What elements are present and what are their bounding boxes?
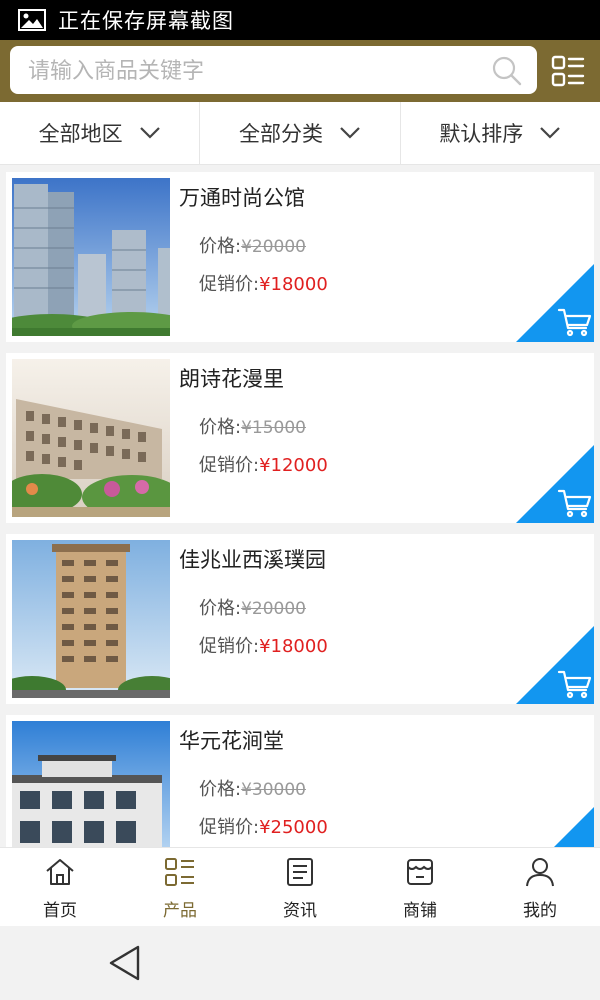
chevron-down-icon	[540, 127, 561, 139]
search-box[interactable]	[10, 46, 537, 96]
product-image	[12, 721, 170, 847]
price-label: 价格:	[199, 779, 242, 800]
nav-news[interactable]: 资讯	[240, 848, 360, 926]
filter-category-label: 全部分类	[238, 122, 323, 146]
product-card[interactable]: 华元花涧堂 价格:¥30000 促销价:¥25000	[6, 715, 594, 847]
price-row: 价格:¥30000	[199, 775, 306, 801]
product-name: 朗诗花漫里	[179, 367, 284, 391]
search-icon[interactable]	[491, 55, 523, 87]
product-name: 万通时尚公馆	[179, 186, 305, 210]
nav-products-label: 产品	[163, 901, 197, 921]
product-card[interactable]: 佳兆业西溪璞园 价格:¥20000 促销价:¥18000	[6, 534, 594, 704]
add-to-cart-button[interactable]	[516, 807, 594, 847]
original-price: ¥30000	[241, 780, 306, 800]
add-to-cart-button[interactable]	[516, 626, 594, 704]
product-list: 万通时尚公馆 价格:¥20000 促销价:¥18000 朗诗花漫里 价格:¥15…	[0, 164, 600, 847]
chevron-down-icon	[340, 127, 360, 139]
chevron-down-icon	[139, 127, 160, 139]
promo-row: 促销价:¥25000	[199, 813, 328, 839]
promo-price: ¥18000	[259, 274, 328, 295]
product-card[interactable]: 朗诗花漫里 价格:¥15000 促销价:¥12000	[6, 353, 594, 523]
home-icon	[46, 859, 74, 885]
image-icon	[18, 9, 46, 31]
product-image	[12, 540, 170, 698]
news-icon	[287, 858, 313, 886]
nav-home[interactable]: 首页	[0, 848, 120, 926]
original-price: ¥15000	[241, 418, 306, 438]
search-input[interactable]	[26, 46, 470, 96]
price-label: 价格:	[199, 417, 242, 438]
price-row: 价格:¥15000	[199, 413, 306, 439]
price-row: 价格:¥20000	[199, 594, 306, 620]
price-label: 价格:	[199, 236, 242, 257]
nav-shop-label: 商铺	[403, 901, 437, 921]
filter-bar: 全部地区 全部分类 默认排序	[0, 102, 600, 165]
promo-label: 促销价:	[199, 274, 260, 295]
filter-region[interactable]: 全部地区	[0, 102, 201, 164]
nav-news-label: 资讯	[283, 901, 317, 921]
nav-profile[interactable]: 我的	[480, 848, 600, 926]
nav-products[interactable]: 产品	[120, 848, 240, 926]
add-to-cart-button[interactable]	[516, 264, 594, 342]
promo-price: ¥12000	[259, 455, 328, 476]
original-price: ¥20000	[241, 599, 306, 619]
price-row: 价格:¥20000	[199, 232, 306, 258]
promo-row: 促销价:¥18000	[199, 270, 328, 296]
search-header	[0, 40, 600, 102]
product-image	[12, 359, 170, 517]
add-to-cart-button[interactable]	[516, 445, 594, 523]
shop-icon	[407, 859, 433, 885]
filter-region-label: 全部地区	[38, 122, 123, 146]
product-name: 华元花涧堂	[179, 729, 284, 753]
user-icon	[526, 858, 554, 887]
original-price: ¥20000	[241, 237, 306, 257]
filter-sort-label: 默认排序	[439, 122, 524, 146]
promo-price: ¥25000	[259, 817, 328, 838]
promo-label: 促销价:	[199, 817, 260, 838]
filter-category[interactable]: 全部分类	[200, 102, 401, 164]
product-image	[12, 178, 170, 336]
nav-shop[interactable]: 商铺	[360, 848, 480, 926]
filter-sort[interactable]: 默认排序	[401, 102, 600, 164]
status-bar: 正在保存屏幕截图	[0, 0, 600, 40]
promo-price: ¥18000	[259, 636, 328, 657]
promo-row: 促销价:¥12000	[199, 451, 328, 477]
back-triangle-icon[interactable]	[108, 944, 142, 982]
promo-label: 促销价:	[199, 455, 260, 476]
price-label: 价格:	[199, 598, 242, 619]
product-list-icon	[165, 858, 194, 886]
list-menu-icon[interactable]	[551, 54, 585, 88]
status-text: 正在保存屏幕截图	[58, 9, 234, 33]
bottom-nav: 首页 产品 资讯 商铺 我的	[0, 847, 600, 926]
product-card[interactable]: 万通时尚公馆 价格:¥20000 促销价:¥18000	[6, 172, 594, 342]
promo-label: 促销价:	[199, 636, 260, 657]
nav-profile-label: 我的	[523, 901, 557, 921]
promo-row: 促销价:¥18000	[199, 632, 328, 658]
system-nav-bar	[0, 926, 600, 1000]
product-name: 佳兆业西溪璞园	[179, 548, 326, 572]
nav-home-label: 首页	[43, 901, 77, 921]
